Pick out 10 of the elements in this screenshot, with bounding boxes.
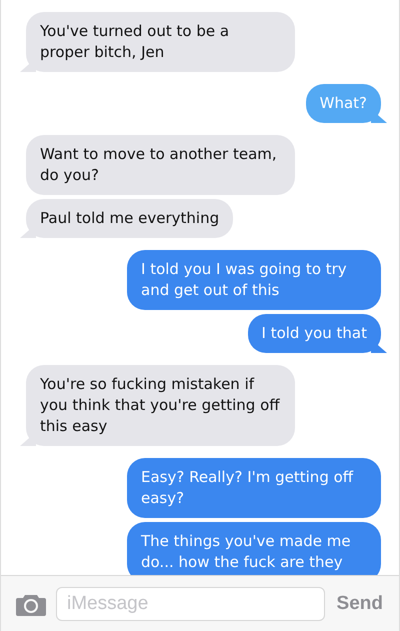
message-bubble: Want to move to another team, do you? bbox=[20, 135, 295, 195]
message-bubble: I told you that bbox=[248, 314, 387, 353]
message-bubble: I told you I was going to try and get out of this bbox=[127, 250, 387, 310]
message-bubble: Easy? Really? I'm getting off easy? bbox=[127, 458, 387, 518]
send-button[interactable]: Send bbox=[334, 592, 385, 614]
message-bubble: Paul told me everything bbox=[20, 199, 234, 238]
message-bubble: You've turned out to be a proper bitch, Jen bbox=[20, 12, 295, 72]
message-input-field[interactable]: iMessage bbox=[56, 586, 325, 620]
message-bubble: You're so fucking mistaken if you think that you're getting off this easy bbox=[20, 365, 295, 446]
message-bubble: What? bbox=[306, 84, 387, 123]
